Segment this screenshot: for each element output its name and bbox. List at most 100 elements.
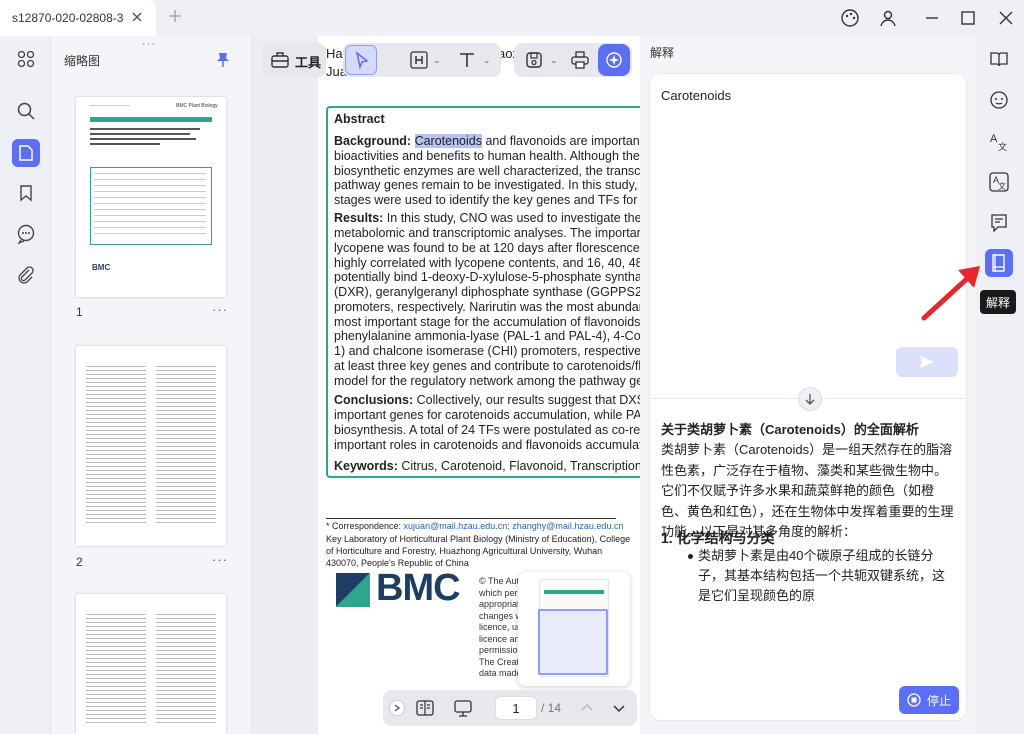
ocr-translate-icon[interactable]: A文 [985,168,1013,196]
presentation-icon[interactable] [453,698,473,718]
conclusions-line-4: important roles in carotenoids and flavo… [334,438,640,452]
close-window-icon[interactable] [996,8,1016,28]
thumbnail-panel-title: 缩略图 [64,54,101,68]
bullet-dot [688,554,693,559]
conclusions-text: Collectively, our results suggest that D… [416,393,640,407]
affiliation: Key Laboratory of Horticultural Plant Bi… [326,533,630,569]
read-aloud-icon[interactable] [985,45,1013,73]
document-tab[interactable]: s12870-020-02808-3 [0,0,156,36]
results-line-4: highly correlated with lycopene contents… [334,256,640,270]
background-line-4: pathway genes remain to be investigated.… [334,178,640,192]
account-icon[interactable] [878,8,898,28]
affiliation-line-2: of Horticulture and Forestry, Huazhong A… [326,546,603,556]
expand-bar-icon[interactable] [389,700,405,716]
toolbox-icon [270,50,290,70]
bookmark-icon[interactable] [13,180,39,206]
correspondence-label: * Correspondence: [326,521,404,531]
results-line-7: promoters, respectively. Narirutin was t… [334,300,640,314]
page-number-1: 1 [76,305,83,319]
navigator-viewport[interactable] [538,609,608,675]
heading-dropdown-icon[interactable]: ⌄ [433,55,441,66]
thumbnails-icon[interactable] [12,139,40,167]
conclusions-line-1: Conclusions: Collectively, our results s… [334,393,640,408]
page-thumbnail-3[interactable] [76,594,226,734]
page-thumbnail-2[interactable] [76,346,226,546]
scroll-down-button[interactable] [798,387,822,411]
page-number-input[interactable]: 1 [495,696,537,720]
correspondence-line: * Correspondence: xujuan@mail.hzau.edu.c… [326,521,623,531]
page-thumbnail-1[interactable]: BMC Plant Biology BMC [76,97,226,297]
svg-text:A: A [990,133,998,145]
page-navigator[interactable] [518,572,630,686]
results-line-11: at least three key genes and contribute … [334,359,640,373]
affiliation-line-3: 430070, People's Republic of China [326,558,469,568]
select-tool-button[interactable] [345,45,377,75]
page-number-2: 2 [76,555,83,569]
panel-resize-handle[interactable]: ··· [142,38,156,50]
background-text: and flavonoids are important seco [485,134,640,148]
explain-input[interactable]: Carotenoids [661,88,731,103]
results-line-12: model for the regulatory network among t… [334,374,640,388]
tools-button[interactable]: 工具 [262,43,326,77]
background-line-2: bioactivities and benefits to human heal… [334,149,640,163]
reading-mode-icon[interactable] [415,698,435,718]
keywords-label: Keywords: [334,459,398,473]
previous-page-icon[interactable] [578,699,596,717]
keywords-line: Keywords: Citrus, Carotenoid, Flavonoid,… [334,459,640,474]
bmc-logo-mark [336,573,370,607]
theme-palette-icon[interactable] [840,8,860,28]
conclusions-line-2: important genes for carotenoids accumula… [334,408,640,422]
summarize-icon[interactable] [985,209,1013,237]
results-line-1: Results: In this study, CNO was used to … [334,211,640,226]
new-tab-icon[interactable] [168,9,182,23]
apps-grid-icon[interactable] [13,46,39,72]
text-tool-icon[interactable] [457,50,477,70]
comment-icon[interactable] [13,221,39,247]
footnote-divider [326,518,616,519]
answer-title: 关于类胡萝卜素（Carotenoids）的全面解析 [661,422,919,437]
send-button[interactable] [896,347,958,377]
text-dropdown-icon[interactable]: ⌄ [483,55,491,66]
maximize-icon[interactable] [958,8,978,28]
bmc-logo-text: BMC [376,567,461,609]
ai-chat-icon[interactable] [985,86,1013,114]
results-label: Results: [334,211,384,225]
background-line-5: stages were used to identify the key gen… [334,193,640,207]
abstract-title: Abstract [334,112,385,126]
annotation-arrow [918,262,984,324]
results-line-8: most important stage for the accumulatio… [334,315,640,329]
close-tab-icon[interactable] [130,10,144,24]
results-line-9: phenylalanine ammonia-lyase (PAL-1 and P… [334,329,640,343]
save-dropdown-icon[interactable]: ⌄ [550,55,558,66]
page-navigation-bar: 1 / 14 [383,690,637,726]
next-page-icon[interactable] [610,699,628,717]
page-1-more-icon[interactable]: ··· [212,302,228,317]
results-line-2: metabolomic and transcriptomic analyses.… [334,226,640,240]
heading-tool-icon[interactable] [409,50,429,70]
affiliation-line-1: Key Laboratory of Horticultural Plant Bi… [326,534,631,544]
results-line-3: lycopene was found to be at 120 days aft… [334,241,640,255]
edit-toolbar: ⌄ ⌄ [343,43,501,77]
conclusions-line-3: biosynthesis. A total of 24 TFs were pos… [334,423,640,437]
stop-button[interactable]: 停止 [899,686,959,714]
search-icon[interactable] [13,98,39,124]
print-icon[interactable] [570,50,590,70]
explain-tooltip: 解释 [980,290,1016,314]
explain-icon[interactable] [985,249,1013,277]
stop-icon [907,693,921,707]
background-line-1: Background: Carotenoids and flavonoids a… [334,134,640,149]
minimize-icon[interactable] [922,8,942,28]
selected-text-highlight[interactable]: Carotenoids [414,134,482,148]
attachment-icon[interactable] [13,262,39,288]
file-toolbar: ⌄ [514,43,632,77]
pin-icon[interactable] [216,52,230,68]
page-2-more-icon[interactable]: ··· [212,552,228,567]
tools-label: 工具 [295,55,322,70]
svg-text:文: 文 [998,141,1007,152]
save-icon[interactable] [524,50,544,70]
page-total: / 14 [541,701,562,715]
ai-assistant-button[interactable] [598,44,630,76]
correspondence-emails[interactable]: xujuan@mail.hzau.edu.cn; zhanghy@mail.hz… [404,521,624,531]
translate-icon[interactable]: A文 [985,127,1013,155]
results-text: In this study, CNO was used to investiga… [386,211,640,225]
